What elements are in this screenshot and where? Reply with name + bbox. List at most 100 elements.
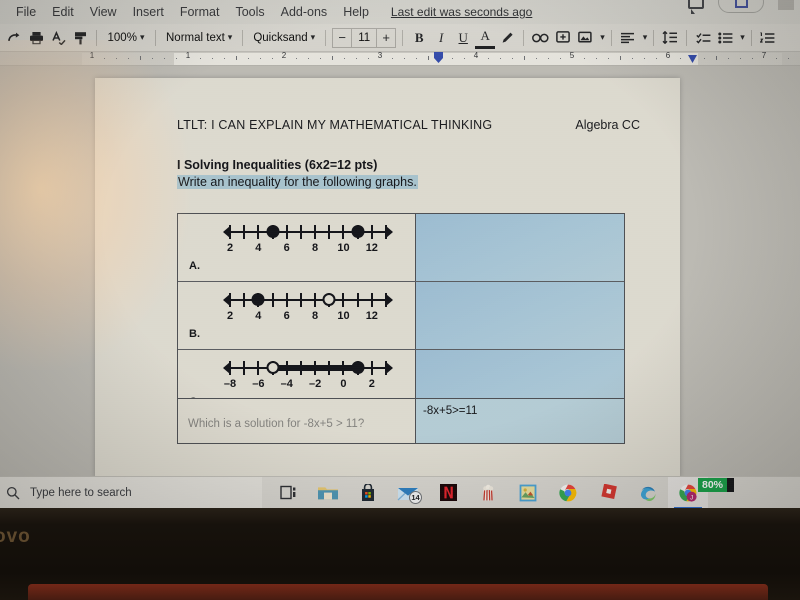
arrow-right-icon bbox=[386, 362, 393, 374]
highlight-pen-icon[interactable] bbox=[497, 27, 517, 49]
toolbar-divider bbox=[96, 29, 97, 46]
menu-item-addons[interactable]: Add-ons bbox=[273, 0, 336, 24]
answer-cell[interactable] bbox=[416, 282, 624, 349]
ruler-dot bbox=[272, 58, 273, 59]
mail-icon[interactable]: 14 bbox=[388, 477, 428, 509]
bold-button[interactable]: B bbox=[409, 27, 429, 49]
menu-item-tools[interactable]: Tools bbox=[227, 0, 272, 24]
search-icon bbox=[6, 486, 20, 499]
bulleted-list-icon[interactable] bbox=[715, 27, 735, 49]
inequalities-table[interactable]: A.24681012B.24681012C.–8–6–4–202 bbox=[177, 213, 625, 418]
chevron-down-icon: ▾ bbox=[227, 32, 233, 42]
next-answer-cell[interactable]: -8x+5>=11 bbox=[416, 399, 624, 443]
table-row: A. 2 4 6 8 10 12 bbox=[178, 214, 624, 282]
increase-font-size-button[interactable]: + bbox=[377, 29, 395, 47]
decrease-font-size-button[interactable]: − bbox=[333, 29, 351, 47]
photos-app-icon[interactable] bbox=[508, 477, 548, 509]
toolbar-divider bbox=[155, 29, 156, 46]
number-line-tick bbox=[314, 293, 317, 307]
italic-button[interactable]: I bbox=[431, 27, 451, 49]
answer-cell[interactable] bbox=[416, 214, 624, 281]
numbered-list-icon[interactable] bbox=[758, 27, 778, 49]
zoom-level-dropdown[interactable]: 100% ▾ bbox=[103, 32, 149, 44]
document-canvas[interactable]: LTLT: I CAN EXPLAIN MY MATHEMATICAL THIN… bbox=[0, 66, 800, 476]
menu-item-view[interactable]: View bbox=[82, 0, 125, 24]
netflix-icon[interactable] bbox=[428, 477, 468, 509]
last-edit-status[interactable]: Last edit was seconds ago bbox=[391, 5, 532, 19]
insert-image-icon[interactable] bbox=[575, 27, 595, 49]
number-line-tick bbox=[299, 225, 302, 239]
closed-dot-point bbox=[351, 361, 365, 374]
chrome-icon[interactable] bbox=[548, 477, 588, 509]
add-comment-icon[interactable] bbox=[553, 27, 573, 49]
menu-item-file[interactable]: File bbox=[8, 0, 44, 24]
paragraph-style-dropdown[interactable]: Normal text ▾ bbox=[162, 32, 236, 44]
ruler-tick bbox=[716, 56, 717, 60]
chevron-down-icon[interactable]: ▾ bbox=[740, 32, 745, 43]
ruler-dot bbox=[452, 58, 453, 59]
laptop-screen: File Edit View Insert Format Tools Add-o… bbox=[0, 0, 800, 508]
account-avatar[interactable] bbox=[778, 0, 794, 10]
number-line-wrapper: 2 4 6 8 10 12 bbox=[223, 222, 393, 262]
next-question-table[interactable]: Which is a solution for -8x+5 > 11? -8x+… bbox=[177, 398, 625, 444]
align-left-icon[interactable] bbox=[618, 27, 638, 49]
chevron-down-icon[interactable]: ▾ bbox=[600, 32, 605, 43]
microsoft-store-icon[interactable] bbox=[348, 477, 388, 509]
chevron-down-icon[interactable]: ▾ bbox=[643, 32, 648, 43]
font-size-value[interactable]: 11 bbox=[351, 28, 378, 47]
closed-dot-point bbox=[251, 293, 265, 306]
checklist-icon[interactable] bbox=[693, 27, 713, 49]
ruler-dot bbox=[548, 58, 549, 59]
menu-item-format[interactable]: Format bbox=[172, 0, 228, 24]
share-button-icon[interactable] bbox=[718, 0, 764, 13]
next-question-cell[interactable]: Which is a solution for -8x+5 > 11? bbox=[178, 399, 416, 443]
comment-history-icon[interactable] bbox=[688, 0, 704, 14]
screenshot-root: File Edit View Insert Format Tools Add-o… bbox=[0, 0, 800, 600]
print-icon[interactable] bbox=[26, 27, 46, 49]
line-spacing-icon[interactable] bbox=[660, 27, 680, 49]
document-page[interactable]: LTLT: I CAN EXPLAIN MY MATHEMATICAL THIN… bbox=[95, 78, 680, 476]
insert-link-icon[interactable] bbox=[530, 27, 551, 49]
graph-cell[interactable]: A. 2 4 6 8 10 12 bbox=[178, 214, 416, 281]
toolbar-divider bbox=[523, 29, 525, 46]
document-ruler[interactable]: 1 1 2 3 4 5 6 7 bbox=[0, 51, 800, 66]
ruler-dot bbox=[200, 58, 201, 59]
number-line-graph: 2 4 6 8 10 12 bbox=[223, 222, 393, 262]
font-family-dropdown[interactable]: Quicksand ▾ bbox=[249, 32, 319, 44]
arrow-right-icon bbox=[386, 226, 393, 238]
task-view-icon[interactable] bbox=[268, 477, 308, 509]
underline-button[interactable]: U bbox=[453, 27, 473, 49]
number-line-tick bbox=[328, 225, 331, 239]
spellcheck-icon[interactable] bbox=[48, 27, 68, 49]
menu-item-insert[interactable]: Insert bbox=[125, 0, 172, 24]
file-explorer-icon[interactable] bbox=[308, 477, 348, 509]
number-line-label: 10 bbox=[337, 310, 350, 322]
paint-format-icon[interactable] bbox=[70, 27, 90, 49]
graph-cell[interactable]: B. 2 4 6 8 10 12 bbox=[178, 282, 416, 349]
section-instruction: Write an inequality for the following gr… bbox=[177, 175, 418, 189]
menu-item-edit[interactable]: Edit bbox=[44, 0, 82, 24]
toolbar-divider bbox=[686, 29, 688, 46]
svg-text:J: J bbox=[690, 494, 693, 501]
roblox-icon[interactable] bbox=[588, 477, 628, 509]
document-header-line: LTLT: I CAN EXPLAIN MY MATHEMATICAL THIN… bbox=[177, 118, 648, 132]
search-input[interactable]: Type here to search bbox=[0, 476, 262, 508]
menu-item-help[interactable]: Help bbox=[335, 0, 377, 24]
ruler-dot bbox=[608, 58, 609, 59]
ruler-dot bbox=[512, 58, 513, 59]
number-line-tick bbox=[342, 225, 345, 239]
text-color-button[interactable]: A bbox=[475, 27, 496, 49]
toolbar-divider bbox=[242, 29, 244, 46]
menu-bar: File Edit View Insert Format Tools Add-o… bbox=[0, 0, 800, 24]
open-circle-point bbox=[322, 293, 336, 306]
ruler-number: 6 bbox=[665, 51, 671, 60]
microsoft-edge-icon[interactable] bbox=[628, 477, 668, 509]
ruler-dot bbox=[404, 58, 405, 59]
taskbar-icons: 14 J bbox=[262, 476, 708, 509]
page-title: LTLT: I CAN EXPLAIN MY MATHEMATICAL THIN… bbox=[177, 118, 493, 132]
battery-indicator[interactable]: 80% bbox=[698, 478, 735, 492]
redo-icon[interactable] bbox=[4, 27, 24, 49]
number-line-tick bbox=[356, 293, 359, 307]
popcorn-app-icon[interactable] bbox=[468, 477, 508, 509]
font-size-stepper[interactable]: − 11 + bbox=[332, 27, 397, 48]
